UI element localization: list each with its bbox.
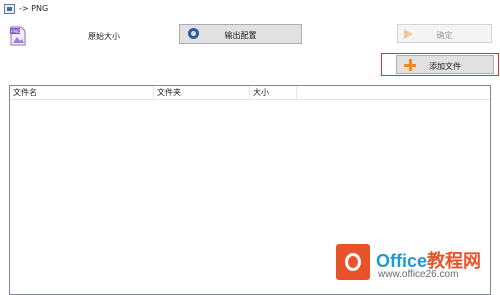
column-header-folder[interactable]: 文件夹: [154, 86, 250, 99]
output-config-button[interactable]: 输出配置: [179, 24, 302, 44]
ok-label: 确定: [436, 31, 453, 40]
watermark-brand-en: Office: [376, 251, 428, 271]
column-header-empty[interactable]: [297, 86, 490, 99]
png-badge-text: PNG: [11, 29, 21, 35]
add-file-button[interactable]: 添加文件: [396, 55, 494, 74]
column-header-size[interactable]: 大小: [250, 86, 297, 99]
title-bar: -> PNG: [0, 0, 500, 19]
ok-button[interactable]: 确定: [397, 24, 492, 43]
output-config-label: 输出配置: [224, 31, 257, 40]
watermark-url: www.office26.com: [378, 269, 459, 280]
watermark-brand-cn: 教程网: [427, 251, 482, 271]
column-header-filename[interactable]: 文件名: [10, 86, 154, 99]
office-logo-icon: [336, 244, 370, 280]
png-format-icon: PNG: [10, 26, 26, 46]
original-size-label: 原始大小: [88, 32, 120, 41]
window-title: -> PNG: [19, 4, 49, 13]
add-file-label: 添加文件: [429, 62, 461, 71]
table-header: 文件名 文件夹 大小: [10, 86, 490, 100]
app-window-icon: [4, 4, 15, 14]
